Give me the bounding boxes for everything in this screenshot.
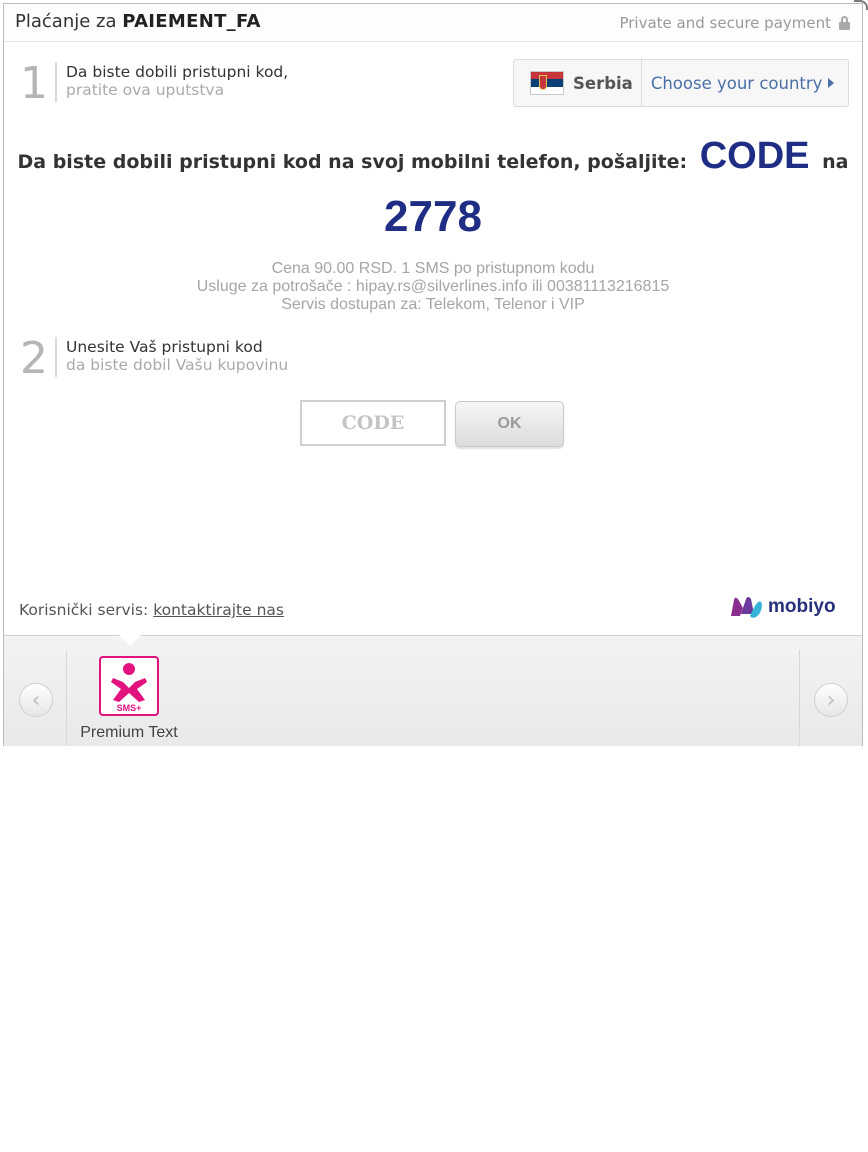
step-1-line2: pratite ova uputstva: [66, 81, 225, 99]
payment-modal: Plaćanje za PAIEMENT_FA Private and secu…: [3, 3, 863, 746]
sms-figure-icon: SMS+: [111, 663, 147, 713]
next-method-button[interactable]: ›: [814, 683, 848, 717]
chevron-left-icon: ‹: [31, 687, 41, 713]
sms-plus-icon: SMS+: [99, 656, 159, 716]
sms-plus-text: SMS+: [117, 703, 142, 713]
choose-country-link[interactable]: Choose your country: [651, 74, 835, 93]
country-selector[interactable]: Serbia Choose your country: [513, 59, 849, 107]
prev-method-button[interactable]: ‹: [19, 683, 53, 717]
payment-method-tray: ‹ SMS+ Premium Text ›: [4, 635, 862, 746]
instruction-text: Da biste dobili pristupni kod na svoj mo…: [17, 151, 688, 173]
title-product: PAIEMENT_FA: [122, 11, 261, 32]
step-2-line2: da biste dobil Vašu kupovinu: [66, 356, 289, 374]
title-prefix: Plaćanje za: [15, 11, 117, 32]
secure-text: Private and secure payment: [619, 14, 831, 32]
mobiyo-logo: mobiyo: [728, 594, 836, 620]
step-2-line1: Unesite Vaš pristupni kod: [66, 338, 263, 356]
serbia-flag-icon: [530, 71, 564, 95]
lock-icon: [839, 16, 850, 30]
access-code-input[interactable]: [300, 400, 446, 446]
pricing-info: Cena 90.00 RSD. 1 SMS po pristupnom kodu…: [4, 260, 862, 314]
step-1: 1 Da biste dobili pristupni kod, pratite…: [17, 62, 289, 106]
mobiyo-logo-icon: [731, 597, 762, 618]
step-2: 2 Unesite Vaš pristupni kod da biste dob…: [17, 337, 289, 381]
contact-us-link[interactable]: kontaktirajte nas: [153, 601, 284, 619]
country-divider: [640, 60, 642, 106]
payment-method-premium-text[interactable]: SMS+ Premium Text: [72, 656, 186, 742]
instruction-text-after: na: [822, 151, 849, 173]
mobiyo-brand-text: mobiyo: [768, 596, 836, 617]
secure-payment-label: Private and secure payment: [619, 14, 850, 32]
window-corner-decoration: [854, 0, 868, 10]
tray-divider-right: [799, 650, 800, 746]
info-line-operators: Servis dostupan za: Telekom, Telenor i V…: [281, 296, 585, 313]
chevron-right-icon: ›: [826, 687, 836, 713]
payment-method-label: Premium Text: [80, 724, 178, 741]
choose-country-label: Choose your country: [650, 73, 823, 93]
step-1-number: 1: [17, 62, 57, 106]
info-line-price: Cena 90.00 RSD. 1 SMS po pristupnom kodu: [271, 260, 595, 277]
info-line-support: Usluge za potrošače : hipay.rs@silverlin…: [196, 278, 670, 295]
sms-instruction: Da biste dobili pristupni kod na svoj mo…: [4, 135, 862, 178]
modal-header: Plaćanje za PAIEMENT_FA Private and secu…: [4, 4, 862, 42]
caret-right-icon: [828, 78, 835, 88]
sms-keyword: CODE: [699, 135, 810, 177]
customer-support: Korisnički servis: kontaktirajte nas: [19, 601, 284, 619]
tray-divider-left: [66, 650, 67, 746]
ok-button[interactable]: OK: [455, 401, 564, 447]
modal-title: Plaćanje za PAIEMENT_FA: [15, 11, 261, 32]
step-2-number: 2: [17, 337, 57, 381]
step-1-line1: Da biste dobili pristupni kod,: [66, 63, 289, 81]
support-label: Korisnički servis:: [19, 601, 149, 619]
country-name: Serbia: [573, 73, 633, 93]
tray-pointer: [119, 635, 141, 646]
short-number: 2778: [384, 192, 482, 241]
